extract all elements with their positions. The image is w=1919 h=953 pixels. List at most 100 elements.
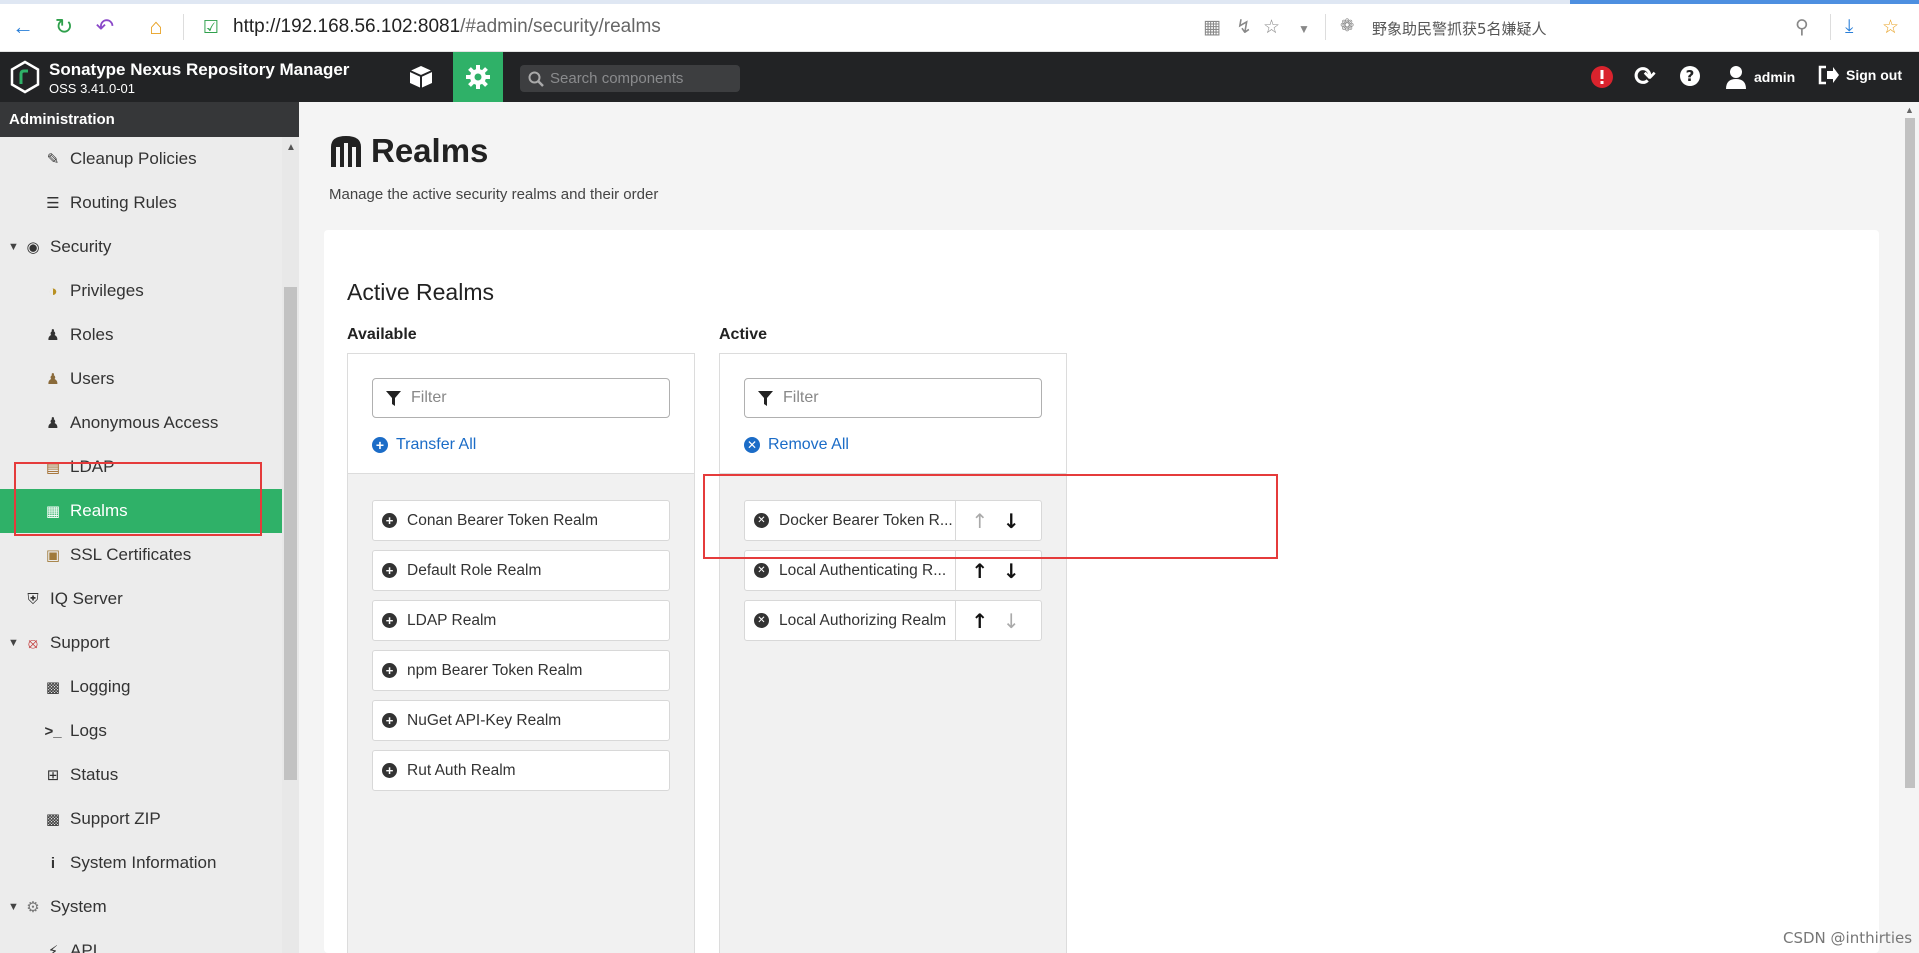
filter-icon [386,390,401,406]
alert-exclamation-icon [1591,66,1613,88]
move-up-arrow-icon[interactable]: ↑ [971,559,988,583]
news-ticker[interactable]: 野象助民警抓获5名嫌疑人 [1372,18,1547,39]
sidebar-item-logs[interactable]: >_ Logs [0,709,282,753]
x-circle-icon[interactable]: ✕ [754,563,769,578]
gear-icon [466,65,490,89]
chevron-down-icon[interactable]: ▼ [1298,22,1310,36]
sidebar-scroll-thumb[interactable] [284,287,297,780]
help-button[interactable]: ? [1679,65,1701,87]
sidebar-item-system[interactable]: ▼ ⚙ System [0,885,282,929]
sidebar-scrollbar[interactable]: ▲ [282,137,299,953]
lightning-icon[interactable]: ↯ [1236,16,1252,39]
user-icon: ♟ [46,415,60,432]
admin-sidebar: Administration ✎ Cleanup Policies ☰ Routin… [0,102,299,953]
available-realm-item[interactable]: + Rut Auth Realm [372,750,670,791]
alert-button[interactable] [1590,65,1614,89]
search-input[interactable] [550,70,730,87]
admin-gear-button[interactable] [453,52,503,102]
sidebar-item-label: Logs [70,721,107,740]
available-realm-item[interactable]: + NuGet API-Key Realm [372,700,670,741]
move-down-arrow-icon[interactable]: ↓ [1003,509,1020,533]
sidebar-item-ssl-certificates[interactable]: ▣ SSL Certificates [0,533,282,577]
active-realm-item[interactable]: ✕ Docker Bearer Token R... ↑ ↓ [744,500,1042,541]
sidebar-item-support-zip[interactable]: ▩ Support ZIP [0,797,282,841]
sidebar-item-routing-rules[interactable]: ☰ Routing Rules [0,181,282,225]
move-down-arrow-icon: ↓ [1002,608,1020,633]
sidebar-item-cleanup-policies[interactable]: ✎ Cleanup Policies [0,137,282,181]
sidebar-item-label: Anonymous Access [70,413,219,432]
active-tab-indicator[interactable] [1570,0,1919,4]
sidebar-item-api[interactable]: ⚡ API [0,929,282,953]
plus-circle-icon[interactable]: + [382,613,397,628]
search-icon[interactable]: ⚲ [1795,16,1809,39]
move-down-arrow-icon[interactable]: ↓ [1003,559,1020,583]
available-realm-item[interactable]: + npm Bearer Token Realm [372,650,670,691]
plus-circle-icon[interactable]: + [382,563,397,578]
move-up-arrow-icon[interactable]: ↑ [971,609,988,633]
plus-circle-icon[interactable]: + [382,663,397,678]
certificate-icon: ▣ [45,547,61,564]
cube-icon [409,66,433,88]
realm-name: Local Authenticating R... [779,561,947,579]
sidebar-item-roles[interactable]: ♟ Roles [0,313,282,357]
active-label: Active [719,326,768,343]
transfer-all-button[interactable]: + Transfer All [372,436,476,454]
sidebar-item-status[interactable]: ⊞ Status [0,753,282,797]
main-scroll-thumb[interactable] [1905,118,1915,788]
address-bar[interactable]: http://192.168.56.102:8081/#admin/securi… [233,16,661,38]
reload-icon[interactable]: ↻ [51,14,77,40]
x-circle-icon[interactable]: ✕ [754,513,769,528]
browse-cube-button[interactable] [396,52,446,102]
sidebar-item-users[interactable]: ♟ Users [0,357,282,401]
sidebar-item-anonymous-access[interactable]: ♟ Anonymous Access [0,401,282,445]
sidebar-item-label: System Information [70,853,217,872]
search-components[interactable] [520,65,740,92]
available-filter[interactable] [372,378,670,418]
watermark: CSDN @inthirties [1783,929,1913,947]
back-icon[interactable]: ← [10,14,36,40]
plus-circle-icon[interactable]: + [382,763,397,778]
sidebar-item-logging[interactable]: ▩ Logging [0,665,282,709]
plus-circle-icon[interactable]: + [382,713,397,728]
available-filter-input[interactable] [411,389,651,407]
medal-icon: ◑ [48,282,58,300]
home-icon[interactable]: ⌂ [143,14,169,40]
x-circle-icon[interactable]: ✕ [754,613,769,628]
remove-all-button[interactable]: ✕ Remove All [744,436,849,454]
active-realm-item[interactable]: ✕ Local Authorizing Realm ↑ ↓ [744,600,1042,641]
secure-shield-icon[interactable]: ☑ [198,14,224,40]
qr-code-icon[interactable]: ▦ [1203,16,1221,39]
available-realm-item[interactable]: + LDAP Realm [372,600,670,641]
active-realm-item[interactable]: ✕ Local Authenticating R... ↑ ↓ [744,550,1042,591]
scroll-up-arrow-icon[interactable]: ▲ [1905,105,1914,115]
users-icon: ♟ [46,371,60,388]
sidebar-item-label: Routing Rules [70,193,177,212]
sign-out-icon [1818,65,1839,85]
undo-icon[interactable]: ↶ [92,14,118,40]
caret-down-icon[interactable]: ▼ [8,241,22,253]
user-menu[interactable]: admin [1725,65,1795,89]
main-scrollbar[interactable]: ▲ [1900,102,1919,953]
available-realm-item[interactable]: + Default Role Realm [372,550,670,591]
star-outline-icon[interactable]: ☆ [1263,16,1280,39]
sidebar-item-realms[interactable]: ▦ Realms [0,489,282,533]
refresh-icon[interactable]: ⟳ [1634,61,1656,92]
sidebar-item-iq-server[interactable]: ⛨ IQ Server [0,577,282,621]
favorites-star-icon[interactable]: ☆ [1882,16,1899,39]
download-icon[interactable]: ⤓ [1845,16,1853,38]
sidebar-item-privileges[interactable]: ◑ Privileges [0,269,282,313]
active-filter-input[interactable] [783,389,1023,407]
active-filter[interactable] [744,378,1042,418]
plus-circle-icon[interactable]: + [382,513,397,528]
sign-out-button[interactable]: Sign out [1818,65,1902,85]
sidebar-item-system-information[interactable]: i System Information [0,841,282,885]
sidebar-heading: Administration [0,102,299,137]
available-realm-item[interactable]: + Conan Bearer Token Realm [372,500,670,541]
sidebar-item-ldap[interactable]: ▤ LDAP [0,445,282,489]
sidebar-item-support[interactable]: ▼ ⦻ Support [0,621,282,665]
scroll-up-arrow-icon[interactable]: ▲ [286,142,296,153]
sidebar-item-security[interactable]: ▼ ◉ Security [0,225,282,269]
caret-down-icon[interactable]: ▼ [8,901,22,913]
caret-down-icon[interactable]: ▼ [8,637,22,649]
page-title-text: Realms [371,132,489,169]
